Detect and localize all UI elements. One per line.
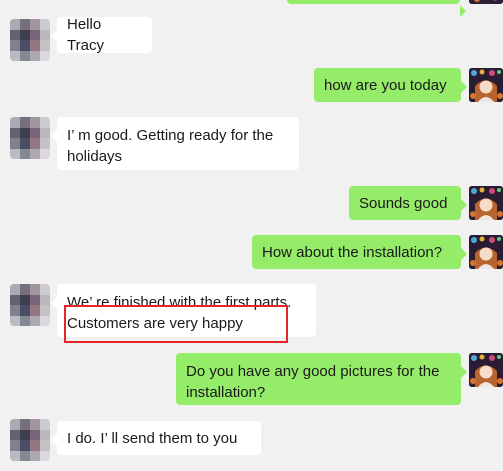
user-photo-avatar-icon[interactable]: [469, 0, 503, 4]
message-text: Hello Tracy: [67, 16, 104, 54]
user-photo-avatar-icon[interactable]: [469, 353, 503, 387]
message-bubble-incoming[interactable]: I’ m good. Getting ready for the holiday…: [51, 117, 299, 170]
message-bubble-outgoing[interactable]: How about the installation?: [252, 235, 467, 269]
user-photo-avatar-icon[interactable]: [469, 235, 503, 269]
message-text-line: Do you have any good pictures for the: [186, 363, 440, 380]
message-text: I do. I’ ll send them to you: [67, 429, 238, 447]
message-bubble-outgoing[interactable]: how are you today: [314, 68, 467, 102]
user-photo-avatar-icon[interactable]: [469, 186, 503, 220]
pixelated-avatar-icon[interactable]: [10, 19, 50, 61]
message-text-line: holidays: [67, 148, 123, 165]
pixelated-avatar-icon[interactable]: [10, 117, 50, 159]
highlight-box: [64, 305, 288, 343]
message-bubble-incoming[interactable]: Hello Tracy: [51, 16, 152, 54]
pixelated-avatar-icon[interactable]: [10, 419, 50, 461]
message-text: How about the installation?: [262, 243, 443, 261]
user-photo-avatar-icon[interactable]: [469, 68, 503, 102]
chat-area: Hello Tracy how are you today I’ m good.…: [0, 0, 503, 471]
message-text: Sounds good: [359, 194, 448, 212]
message-text: how are you today: [324, 76, 447, 94]
message-text-line: installation?: [186, 384, 266, 401]
message-bubble-outgoing[interactable]: [287, 0, 466, 17]
pixelated-avatar-icon[interactable]: [10, 284, 50, 326]
message-bubble-outgoing[interactable]: Sounds good: [349, 186, 467, 220]
message-bubble-outgoing[interactable]: Do you have any good pictures for the in…: [176, 353, 467, 405]
message-bubble-incoming[interactable]: I do. I’ ll send them to you: [51, 421, 261, 455]
message-text-line: I’ m good. Getting ready for the: [67, 127, 274, 144]
